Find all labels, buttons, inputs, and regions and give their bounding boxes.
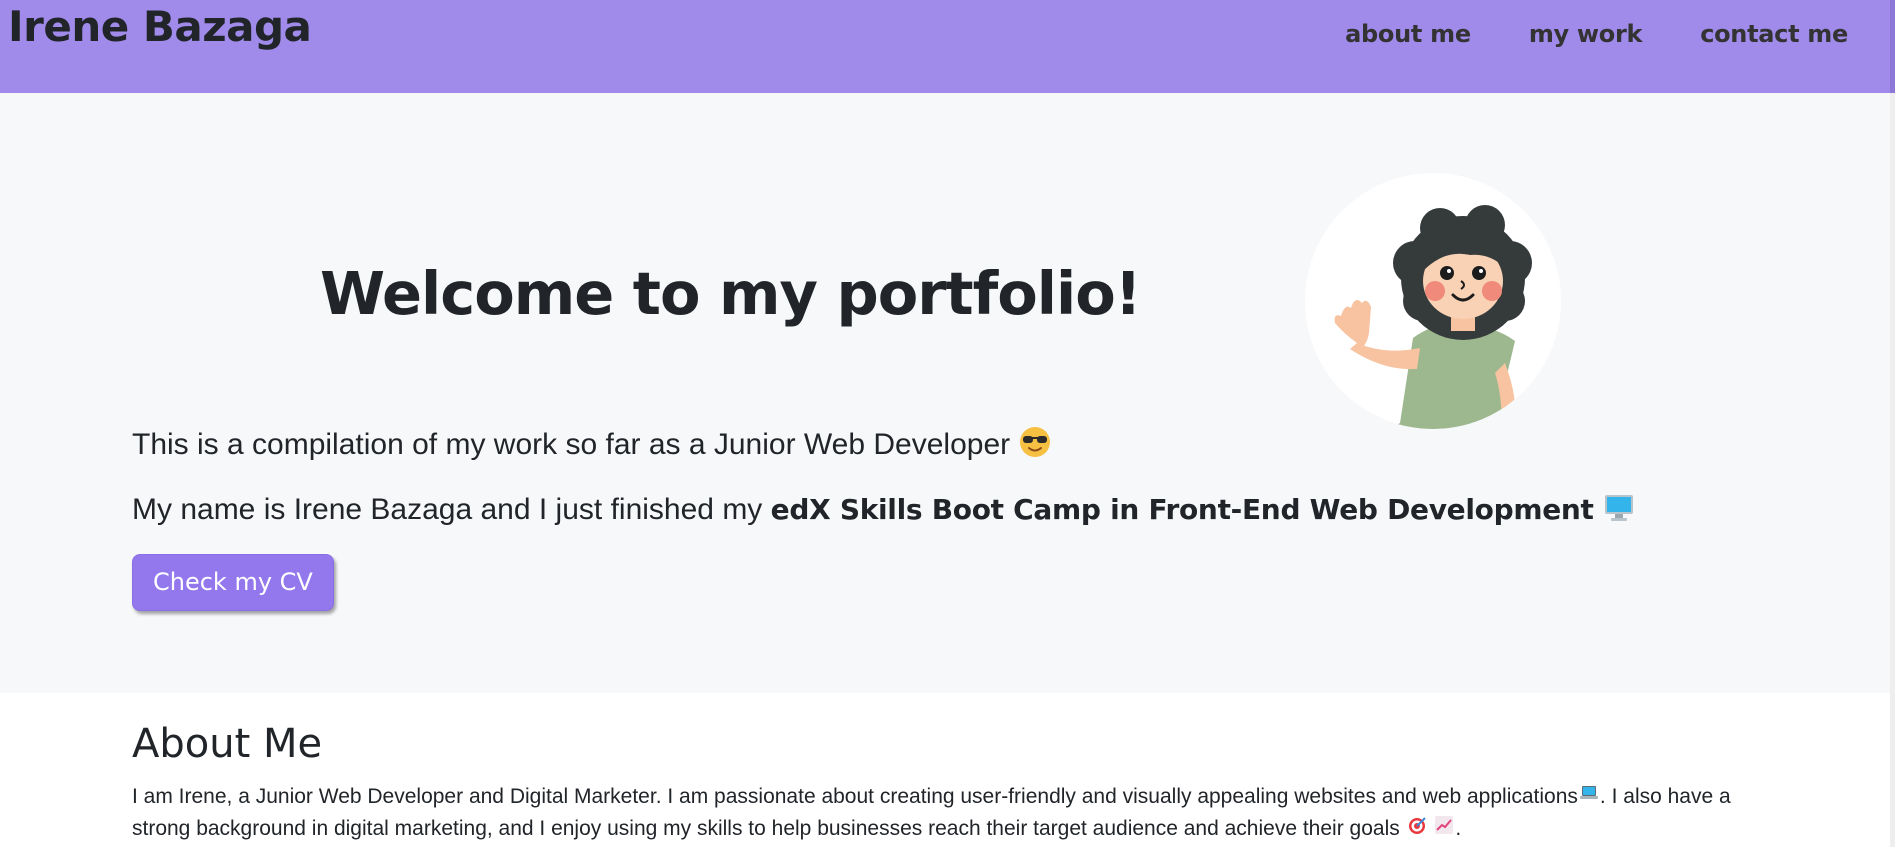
- avatar: [1305, 173, 1561, 429]
- nav-links: about me my work contact me: [1287, 20, 1848, 48]
- hero-title: Welcome to my portfolio!: [320, 259, 1142, 328]
- laptop-icon: [1578, 782, 1600, 813]
- hero-name-text: My name is Irene Bazaga and I just finis…: [132, 492, 763, 526]
- nav-link-contact-me[interactable]: contact me: [1700, 20, 1848, 48]
- nav-link-my-work[interactable]: my work: [1529, 20, 1643, 48]
- scrollbar-thumb[interactable]: [1890, 0, 1895, 93]
- about-section: About Me I am Irene, a Junior Web Develo…: [0, 693, 1890, 847]
- check-cv-button[interactable]: Check my CV: [132, 554, 334, 611]
- nav-link-about-me[interactable]: about me: [1345, 20, 1471, 48]
- hero-intro-text: This is a compilation of my work so far …: [132, 427, 1011, 461]
- navbar: Irene Bazaga about me my work contact me: [0, 0, 1890, 93]
- desktop-computer-icon: [1602, 490, 1636, 532]
- sunglasses-emoji-icon: [1018, 425, 1052, 467]
- bootcamp-name: edX Skills Boot Camp in Front-End Web De…: [770, 492, 1594, 526]
- brand-logo-link[interactable]: Irene Bazaga: [8, 2, 312, 51]
- hero-name-line: My name is Irene Bazaga and I just finis…: [132, 490, 1636, 532]
- waving-girl-illustration: [1334, 205, 1532, 429]
- hero-intro-line: This is a compilation of my work so far …: [132, 425, 1052, 467]
- target-icon: [1406, 814, 1428, 845]
- about-text: I am Irene, a Junior Web Developer and D…: [132, 781, 1772, 845]
- chart-increasing-icon: [1433, 814, 1455, 845]
- about-title: About Me: [132, 721, 323, 767]
- about-text-end: .: [1455, 816, 1462, 840]
- hero-section: Welcome to my portfolio! This is a compi…: [0, 93, 1890, 693]
- about-text-part1: I am Irene, a Junior Web Developer and D…: [132, 785, 1578, 808]
- scrollbar[interactable]: [1890, 0, 1895, 847]
- page: Irene Bazaga about me my work contact me…: [0, 0, 1895, 847]
